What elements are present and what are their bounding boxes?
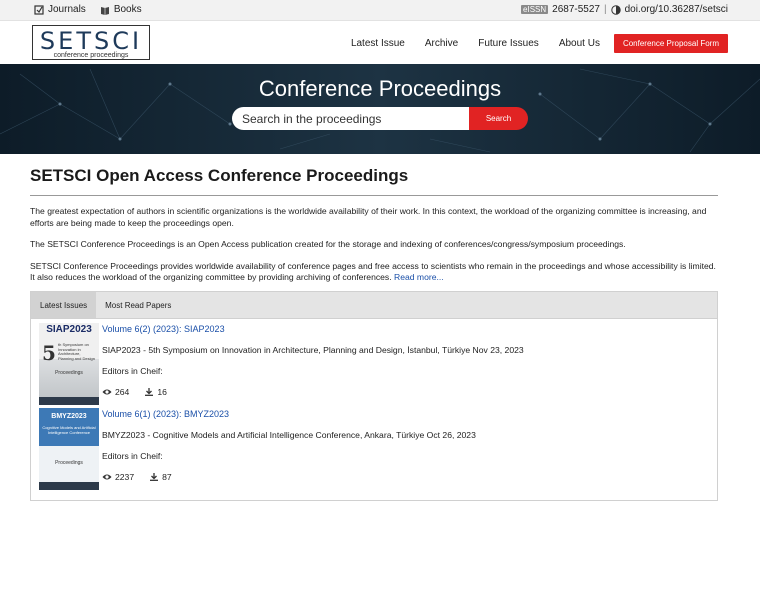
issue-stats: 2237 87 bbox=[102, 471, 712, 483]
cover-subtitle: th Symposium on Innovation in Architectu… bbox=[58, 342, 95, 361]
cover-label: Proceedings bbox=[55, 370, 83, 376]
intro-paragraph-2: The SETSCI Conference Proceedings is an … bbox=[30, 239, 626, 249]
eye-icon bbox=[102, 474, 112, 480]
books-link[interactable]: Books bbox=[100, 4, 142, 15]
issue-editors: Editors in Cheif: bbox=[102, 451, 163, 461]
top-links: Journals Books bbox=[34, 4, 142, 15]
read-more-link[interactable]: Read more... bbox=[394, 272, 444, 282]
nav-about-us[interactable]: About Us bbox=[559, 38, 600, 49]
setsci-logo[interactable]: SETSCI conference proceedings bbox=[32, 25, 150, 60]
issue-info: Volume 6(1) (2023): BMYZ2023 BMYZ2023 - … bbox=[102, 408, 712, 483]
books-label: Books bbox=[113, 4, 142, 15]
hero-title: Conference Proceedings bbox=[258, 76, 502, 101]
cover-band bbox=[39, 359, 99, 399]
issue-list: SIAP2023 5 th Symposium on Innovation in… bbox=[31, 319, 717, 501]
cover-title: BMYZ2023 bbox=[51, 413, 87, 420]
cover-number: 5 bbox=[42, 341, 56, 365]
issue-item: BMYZ2023 Cognitive Models and Artificial… bbox=[39, 408, 719, 492]
issue-volume-link[interactable]: Volume 6(1) (2023): BMYZ2023 bbox=[102, 408, 712, 420]
intro-paragraph-1: The greatest expectation of authors in s… bbox=[30, 206, 707, 228]
issue-cover-image[interactable]: BMYZ2023 Cognitive Models and Artificial… bbox=[39, 408, 99, 490]
tab-most-read-papers[interactable]: Most Read Papers bbox=[96, 292, 180, 318]
download-icon bbox=[145, 388, 154, 396]
view-count: 264 bbox=[115, 387, 130, 397]
issn-info: eISSN 2687-5527 | doi.org/10.36287/setsc… bbox=[521, 4, 728, 15]
issue-volume-link[interactable]: Volume 6(2) (2023): SIAP2023 bbox=[102, 323, 712, 335]
cover-label: Proceedings bbox=[55, 460, 83, 466]
journals-link[interactable]: Journals bbox=[34, 4, 86, 15]
intro-paragraph-3-text: SETSCI Conference Proceedings provides w… bbox=[30, 260, 716, 283]
journal-icon bbox=[34, 4, 44, 15]
main-content: SETSCI Open Access Conference Proceeding… bbox=[30, 154, 718, 501]
eye-icon bbox=[102, 389, 112, 395]
intro-paragraph-3: SETSCI Conference Proceedings provides w… bbox=[30, 261, 718, 284]
logo-subtitle: conference proceedings bbox=[53, 52, 129, 59]
doi-link[interactable]: doi.org/10.36287/setsci bbox=[625, 4, 728, 15]
cover-title: SIAP2023 bbox=[46, 324, 92, 335]
issue-conference: SIAP2023 - 5th Symposium on Innovation i… bbox=[102, 345, 524, 355]
nav-latest-issue[interactable]: Latest Issue bbox=[351, 38, 405, 49]
journals-label: Journals bbox=[48, 4, 86, 15]
nav-archive[interactable]: Archive bbox=[425, 38, 458, 49]
issue-conference: BMYZ2023 - Cognitive Models and Artifici… bbox=[102, 430, 476, 440]
eissn-badge: eISSN bbox=[521, 5, 549, 14]
view-count: 2237 bbox=[115, 472, 135, 482]
download-count: 87 bbox=[162, 472, 172, 482]
issues-panel: Latest Issues Most Read Papers SIAP2023 … bbox=[30, 291, 718, 501]
conference-proposal-button[interactable]: Conference Proposal Form bbox=[613, 34, 728, 53]
download-count: 16 bbox=[157, 387, 167, 397]
download-icon bbox=[150, 473, 159, 481]
cover-subtitle: Cognitive Models and Artificial Intellig… bbox=[42, 425, 96, 435]
cover-footer bbox=[39, 482, 99, 490]
cover-footer bbox=[39, 397, 99, 405]
issue-stats: 264 16 bbox=[102, 386, 712, 398]
eissn-value: 2687-5527 bbox=[552, 4, 600, 15]
divider: | bbox=[603, 4, 607, 15]
top-bar: Journals Books eISSN 2687-5527 | doi.org… bbox=[0, 0, 760, 21]
issue-info: Volume 6(2) (2023): SIAP2023 SIAP2023 - … bbox=[102, 323, 712, 398]
issue-item: SIAP2023 5 th Symposium on Innovation in… bbox=[39, 323, 719, 407]
page-title: SETSCI Open Access Conference Proceeding… bbox=[30, 166, 718, 196]
hero-banner: Conference Proceedings Search bbox=[0, 64, 760, 154]
issue-cover-image[interactable]: SIAP2023 5 th Symposium on Innovation in… bbox=[39, 323, 99, 405]
search-input[interactable] bbox=[232, 107, 469, 130]
logo-text: SETSCI bbox=[39, 27, 143, 55]
main-nav: Latest Issue Archive Future Issues About… bbox=[351, 34, 728, 53]
doi-icon bbox=[610, 4, 621, 15]
site-header: SETSCI conference proceedings Latest Iss… bbox=[0, 21, 760, 64]
issues-tabs: Latest Issues Most Read Papers bbox=[31, 292, 717, 319]
issue-editors: Editors in Cheif: bbox=[102, 366, 163, 376]
book-icon bbox=[100, 6, 109, 15]
nav-future-issues[interactable]: Future Issues bbox=[478, 38, 539, 49]
search-button[interactable]: Search bbox=[469, 107, 528, 130]
tab-latest-issues[interactable]: Latest Issues bbox=[31, 292, 97, 318]
